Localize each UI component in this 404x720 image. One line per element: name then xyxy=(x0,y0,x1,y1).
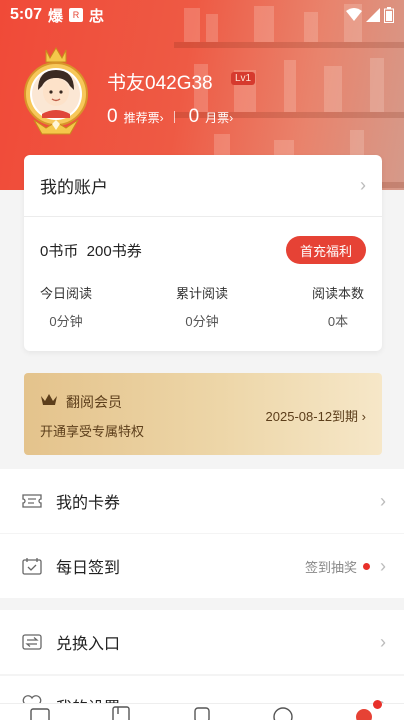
nickname[interactable]: 书友042G38 xyxy=(107,68,213,95)
menu-item-label: 我的卡券 xyxy=(56,495,121,512)
member-expiry-text: 2025-08-12到期 xyxy=(265,409,359,424)
member-title: 翻阅会员 xyxy=(66,394,122,410)
crown-icon xyxy=(41,394,57,405)
chevron-right-icon: › xyxy=(360,175,366,195)
menu-item-checkin[interactable]: 每日签到 签到抽奖 › xyxy=(0,534,404,598)
balance-row: 0书币 200书券 首充福利 xyxy=(24,217,382,283)
avatar-crown-badge-icon xyxy=(24,47,88,135)
nav-category[interactable] xyxy=(182,704,222,720)
avatar[interactable] xyxy=(22,44,90,136)
recommend-ticket-count[interactable]: 0 xyxy=(107,106,118,128)
menu-item-coupons[interactable]: 我的卡券 › xyxy=(0,469,404,533)
balance-text: 0书币 200书券 xyxy=(40,242,142,260)
bottom-nav xyxy=(0,700,404,720)
level-badge: Lv1 xyxy=(231,72,256,85)
book-store-icon xyxy=(112,706,130,720)
monthly-ticket-label[interactable]: 月票 xyxy=(205,109,229,126)
ticket-row: 0 推荐票 › 0 月票 › xyxy=(107,106,233,128)
chevron-right-icon: › xyxy=(380,490,386,511)
menu-item-exchange[interactable]: 兑换入口 › xyxy=(0,610,404,674)
notification-icon-a: 爆 xyxy=(48,7,64,25)
account-card: 我的账户 › 0书币 200书券 首充福利 今日阅读 0分钟 累计阅读 0分钟 … xyxy=(24,155,382,351)
my-account-row[interactable]: 我的账户 › xyxy=(24,155,382,217)
monthly-ticket-count[interactable]: 0 xyxy=(189,106,200,128)
first-recharge-button[interactable]: 首充福利 xyxy=(285,236,366,264)
stat-label: 今日阅读 xyxy=(40,286,93,301)
bookshelf-icon xyxy=(30,708,51,720)
signal-icon xyxy=(366,8,380,22)
category-icon xyxy=(194,707,210,720)
stat-total-reading: 累计阅读 0分钟 xyxy=(176,283,228,330)
divider xyxy=(173,111,175,123)
status-bar: 5:07 爆 R 忠 xyxy=(0,0,404,30)
account-title: 我的账户 xyxy=(40,178,108,197)
red-dot-badge xyxy=(363,562,370,570)
menu-item-label: 兑换入口 xyxy=(56,636,121,653)
nav-discover[interactable] xyxy=(263,704,303,720)
stat-value: 0分钟 xyxy=(49,314,83,329)
stat-value: 0本 xyxy=(327,314,349,329)
wifi-icon xyxy=(346,8,362,21)
battery-icon xyxy=(384,7,394,23)
ticket-icon xyxy=(22,491,42,511)
member-subtitle: 开通享受专属特权 xyxy=(40,424,145,439)
nav-me[interactable] xyxy=(344,700,384,720)
vip-member-banner[interactable]: 翻阅会员 开通享受专属特权 2025-08-12到期 › xyxy=(24,373,382,455)
nav-store[interactable] xyxy=(101,704,141,720)
discover-icon xyxy=(273,707,293,720)
exchange-icon xyxy=(22,632,42,652)
notification-icon-b: R xyxy=(69,8,84,22)
notification-icon-c: 忠 xyxy=(89,7,105,25)
reading-stats: 今日阅读 0分钟 累计阅读 0分钟 阅读本数 0本 xyxy=(24,283,382,330)
checkin-lottery-text: 签到抽奖 xyxy=(304,559,357,575)
menu-item-label: 每日签到 xyxy=(56,560,121,577)
stat-label: 累计阅读 xyxy=(175,286,228,301)
nav-bookshelf[interactable] xyxy=(20,704,60,720)
chevron-right-icon: › xyxy=(380,555,386,576)
chevron-right-icon: › xyxy=(229,111,234,125)
stat-books-read: 阅读本数 0本 xyxy=(312,283,364,330)
stat-value: 0分钟 xyxy=(185,314,219,329)
section-gap xyxy=(0,598,404,610)
calendar-check-icon xyxy=(22,556,42,576)
chevron-right-icon: › xyxy=(159,111,164,125)
member-expiry: 2025-08-12到期 › xyxy=(265,409,366,424)
chevron-right-icon: › xyxy=(380,631,386,652)
recommend-ticket-label[interactable]: 推荐票 xyxy=(124,109,160,126)
red-dot-badge xyxy=(372,700,382,709)
stat-label: 阅读本数 xyxy=(311,286,364,301)
stat-today-reading: 今日阅读 0分钟 xyxy=(40,283,92,330)
me-icon xyxy=(355,709,372,720)
status-time: 5:07 xyxy=(10,6,43,23)
